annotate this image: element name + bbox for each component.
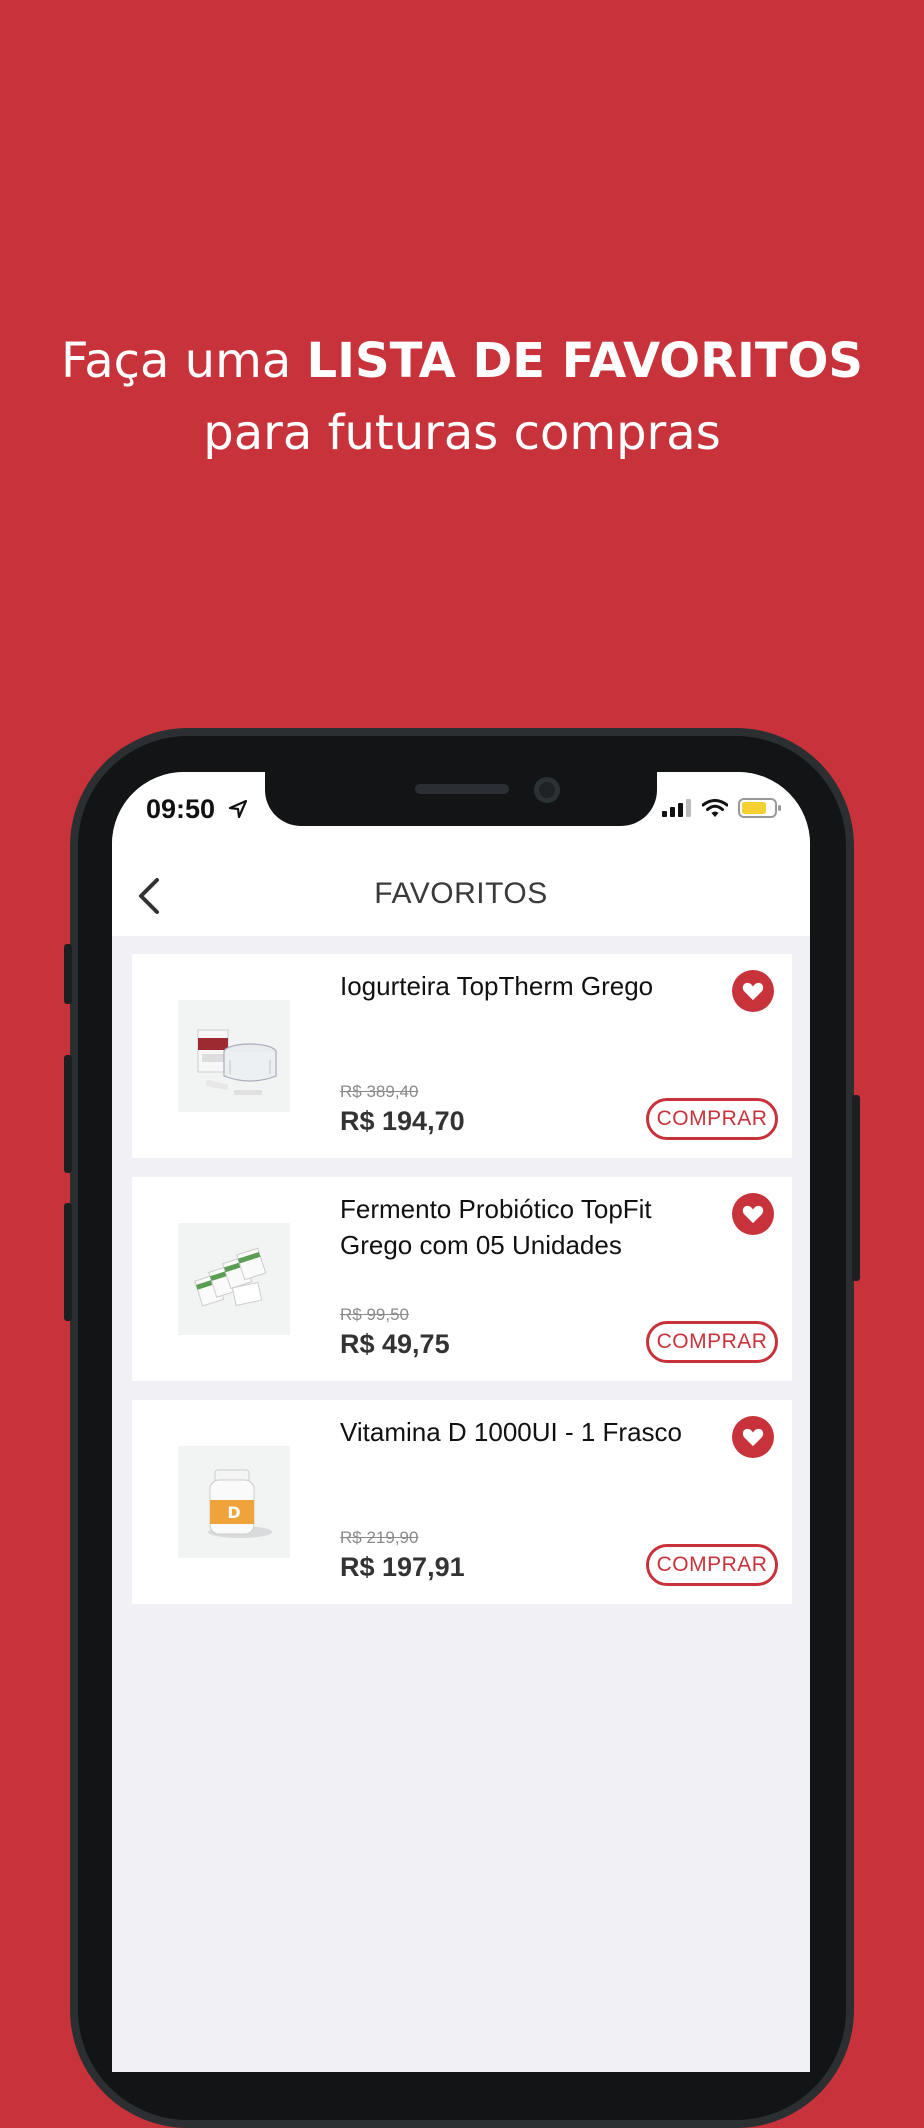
wifi-icon [702, 798, 728, 817]
favorite-item[interactable]: Iogurteira TopTherm Grego R$ 389,40 R$ 1… [132, 954, 792, 1158]
headline-prefix: Faça uma [61, 333, 292, 389]
earpiece-speaker [415, 784, 509, 794]
price: R$ 194,70 [340, 1106, 465, 1136]
status-time: 09:50 [146, 794, 216, 824]
silent-switch [64, 944, 72, 1004]
product-name[interactable]: Iogurteira TopTherm Grego [340, 968, 730, 1004]
product-image[interactable] [178, 1000, 290, 1112]
buy-button[interactable]: COMPRAR [646, 1544, 778, 1586]
favorite-heart-button[interactable] [732, 970, 774, 1012]
volume-down-button [64, 1203, 72, 1321]
yogurt-maker-image [197, 1029, 277, 1095]
favorite-heart-button[interactable] [732, 1416, 774, 1458]
old-price: R$ 219,90 [340, 1528, 419, 1547]
product-image[interactable]: D [178, 1446, 290, 1558]
probiotic-sachets-image [194, 1247, 267, 1307]
headline-line-2: para futuras compras [203, 405, 721, 461]
favorite-item[interactable]: Fermento Probiótico TopFit Grego com 05 … [132, 1177, 792, 1381]
product-image[interactable] [178, 1223, 290, 1335]
cellular-signal-icon [662, 799, 691, 817]
price: R$ 49,75 [340, 1329, 450, 1359]
favorite-heart-button[interactable] [732, 1193, 774, 1235]
phone-screen: 09:50 FAVORITOS Iogurteira TopTherm Greg… [112, 772, 810, 2072]
phone-notch [265, 772, 657, 826]
heart-icon [742, 982, 764, 1001]
product-name[interactable]: Fermento Probiótico TopFit Grego com 05 … [340, 1191, 730, 1263]
buy-button[interactable]: COMPRAR [646, 1098, 778, 1140]
price: R$ 197,91 [340, 1552, 465, 1582]
old-price: R$ 99,50 [340, 1305, 409, 1324]
heart-icon [742, 1428, 764, 1447]
page-title: FAVORITOS [374, 877, 548, 910]
location-arrow-icon [228, 799, 248, 819]
svg-text:D: D [227, 1503, 240, 1522]
headline-line-1: Faça uma LISTA DE FAVORITOS [0, 325, 924, 397]
nav-bar: FAVORITOS [112, 857, 810, 936]
headline-bold: LISTA DE FAVORITOS [306, 333, 863, 389]
product-name[interactable]: Vitamina D 1000UI - 1 Frasco [340, 1414, 730, 1450]
system-icons [662, 798, 782, 818]
favorite-item[interactable]: D Vitamina D 1000UI - 1 Frasco R$ 219,90… [132, 1400, 792, 1604]
heart-icon [742, 1205, 764, 1224]
power-button [852, 1095, 860, 1281]
battery-icon [738, 798, 781, 818]
vitamin-d-bottle-image: D [208, 1469, 272, 1538]
front-camera [534, 777, 560, 803]
promo-headline: Faça uma LISTA DE FAVORITOS para futuras… [0, 325, 924, 469]
buy-button[interactable]: COMPRAR [646, 1321, 778, 1363]
volume-up-button [64, 1055, 72, 1173]
old-price: R$ 389,40 [340, 1082, 419, 1101]
